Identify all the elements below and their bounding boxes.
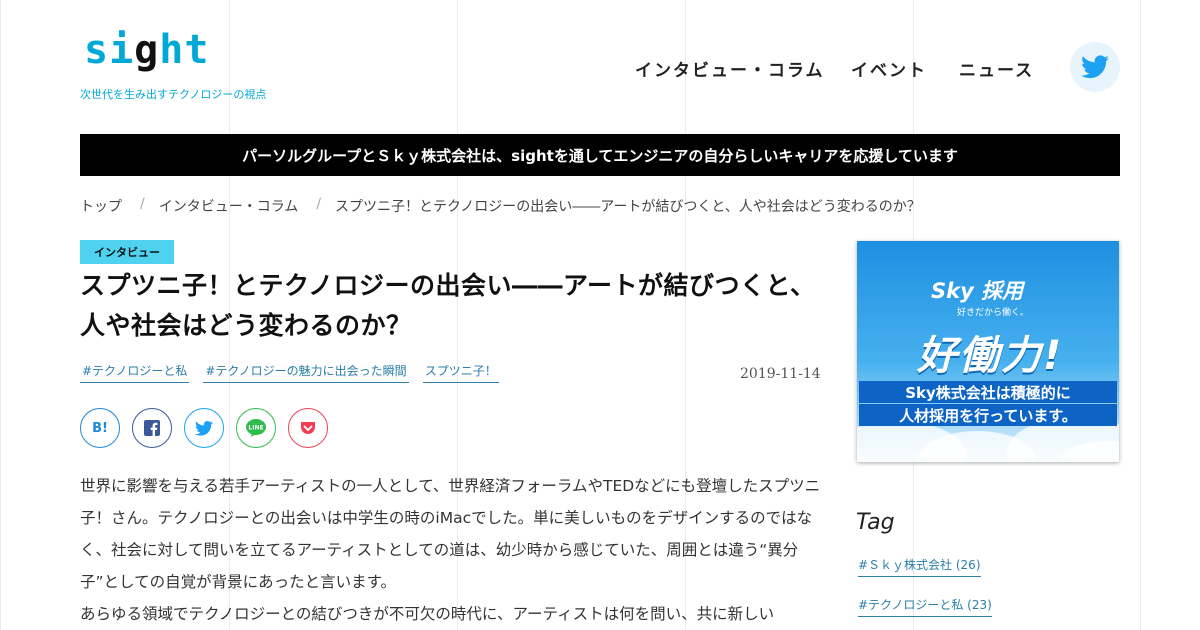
article-tags: #テクノロジーと私 #テクノロジーの魅力に出会った瞬間 スプツニ子！ (80, 362, 513, 383)
ad-line-2: 人材採用を行っています。 (859, 404, 1117, 426)
title-line-2: 人や社会はどう変わるのか？ (80, 311, 412, 340)
tag-link[interactable]: スプツニ子！ (422, 362, 499, 383)
category-badge[interactable]: インタビュー (80, 240, 174, 264)
article-paragraph: あらゆる領域でテクノロジーとの結びつきが不可欠の時代に、アーティストは何を問い、… (80, 605, 775, 623)
article-paragraph: 世界に影響を与える若手アーティストの一人として、世界経済フォーラムやTEDなどに… (80, 477, 821, 591)
sky-recruit-ad[interactable]: Sky 採用 好きだから働く。 好働力! Sky株式会社は積極的に 人材採用を行… (857, 241, 1119, 462)
ad-logo: Sky 採用 (931, 279, 1024, 303)
sidebar-tag-link[interactable]: #Ｓｋｙ株式会社 (26) (858, 556, 981, 577)
nav-interview-column[interactable]: インタビュー・コラム (635, 56, 825, 81)
breadcrumb: トップ / インタビュー・コラム / スプツニ子！とテクノロジーの出会い――アー… (80, 196, 921, 216)
nav-event[interactable]: イベント (851, 56, 927, 81)
hatena-share-button[interactable]: B! (80, 408, 120, 448)
breadcrumb-current: スプツニ子！とテクノロジーの出会い――アートが結びつくと、人や社会はどう変わるの… (335, 199, 921, 215)
logo-suffix: ht (159, 27, 210, 73)
pocket-icon (301, 421, 315, 434)
tag-link[interactable]: #テクノロジーの魅力に出会った瞬間 (203, 362, 409, 383)
twitter-share-button[interactable] (184, 408, 224, 448)
site-tagline: 次世代を生み出すテクノロジーの視点 (80, 88, 267, 101)
share-buttons: B! LINE (80, 408, 340, 448)
hatena-icon: B! (92, 420, 108, 436)
twitter-icon (195, 420, 213, 436)
logo-prefix: si (84, 27, 135, 73)
article-body: 世界に影響を与える若手アーティストの一人として、世界経済フォーラムやTEDなどに… (80, 470, 830, 630)
breadcrumb-top[interactable]: トップ (80, 196, 122, 216)
article-title: スプツニ子！とテクノロジーの出会い――アートが結びつくと、 人や社会はどう変わる… (80, 266, 840, 346)
logo-g: g (134, 27, 160, 73)
nav-news[interactable]: ニュース (959, 56, 1034, 81)
ad-headline: 好働力! (917, 333, 1064, 379)
ad-subcopy: 好きだから働く。 (957, 308, 1030, 318)
facebook-share-button[interactable] (132, 408, 172, 448)
twitter-icon (1081, 55, 1109, 79)
breadcrumb-separator: / (140, 196, 145, 212)
facebook-icon (144, 420, 160, 436)
pocket-share-button[interactable] (288, 408, 328, 448)
publish-date: 2019-11-14 (740, 366, 821, 382)
breadcrumb-separator: / (316, 196, 322, 212)
breadcrumb-interview-column[interactable]: インタビュー・コラム (159, 196, 299, 216)
sidebar-tag-link[interactable]: #テクノロジーと私 (23) (858, 596, 992, 617)
tag-link[interactable]: #テクノロジーと私 (80, 362, 190, 383)
sidebar-tag-heading: Tag (856, 510, 895, 535)
header-twitter-button[interactable] (1070, 42, 1120, 92)
title-line-1: スプツニ子！とテクノロジーの出会い――アートが結びつくと、 (80, 271, 816, 300)
site-logo[interactable]: sight (84, 30, 209, 70)
line-icon: LINE (246, 419, 266, 437)
line-share-button[interactable]: LINE (236, 408, 276, 448)
line-icon-label: LINE (248, 425, 263, 432)
sponsor-banner[interactable]: パーソルグループとＳｋｙ株式会社は、sightを通してエンジニアの自分らしいキャ… (80, 134, 1120, 176)
ad-line-1: Sky株式会社は積極的に (859, 381, 1117, 403)
